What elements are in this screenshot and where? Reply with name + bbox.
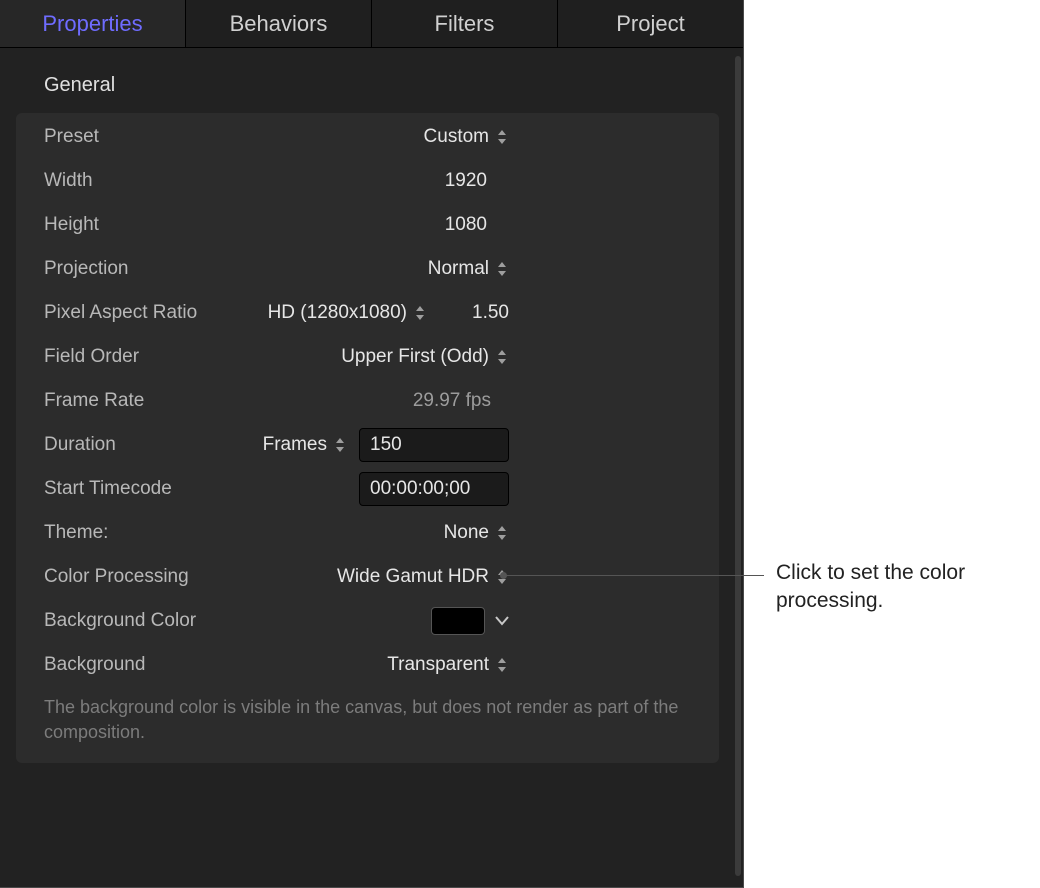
label-par: Pixel Aspect Ratio — [44, 302, 242, 324]
row-field-order: Field Order Upper First (Odd) — [16, 335, 719, 379]
tab-label: Project — [616, 11, 684, 37]
par-preset-popup[interactable]: HD (1280x1080) — [268, 302, 427, 324]
row-preset: Preset Custom — [16, 115, 719, 159]
popup-value: Upper First (Odd) — [341, 346, 489, 368]
popup-value: Custom — [424, 126, 489, 148]
tab-project[interactable]: Project — [558, 0, 743, 47]
label-background: Background — [44, 654, 242, 676]
label-height: Height — [44, 214, 242, 236]
row-background: Background Transparent — [16, 643, 719, 687]
updown-icon — [495, 350, 509, 364]
tab-label: Properties — [42, 11, 142, 37]
tab-properties[interactable]: Properties — [0, 0, 186, 47]
label-width: Width — [44, 170, 242, 192]
chevron-down-icon[interactable] — [495, 613, 509, 630]
width-value[interactable]: 1920 — [389, 170, 509, 192]
updown-icon — [495, 658, 509, 672]
row-par: Pixel Aspect Ratio HD (1280x1080) 1.50 — [16, 291, 719, 335]
projection-popup[interactable]: Normal — [428, 258, 509, 280]
updown-icon — [495, 262, 509, 276]
popup-value: None — [444, 522, 489, 544]
popup-value: Normal — [428, 258, 489, 280]
label-theme: Theme: — [44, 522, 242, 544]
row-height: Height 1080 — [16, 203, 719, 247]
label-frame-rate: Frame Rate — [44, 390, 242, 412]
duration-input[interactable] — [359, 428, 509, 462]
popup-value: Transparent — [387, 654, 489, 676]
section-title: General — [0, 62, 735, 113]
row-duration: Duration Frames — [16, 423, 719, 467]
updown-icon — [495, 130, 509, 144]
label-bg-color: Background Color — [44, 610, 242, 632]
label-start-tc: Start Timecode — [44, 478, 242, 500]
popup-value: HD (1280x1080) — [268, 302, 407, 324]
inspector-body: General Preset Custom Width 1 — [0, 48, 735, 887]
callout-text: Click to set the color processing. — [776, 559, 1024, 616]
duration-unit-popup[interactable]: Frames — [263, 434, 347, 456]
preset-popup[interactable]: Custom — [424, 126, 509, 148]
bg-color-swatch[interactable] — [431, 607, 485, 635]
scrollbar-thumb[interactable] — [735, 56, 741, 876]
row-projection: Projection Normal — [16, 247, 719, 291]
tab-behaviors[interactable]: Behaviors — [186, 0, 372, 47]
updown-icon — [495, 526, 509, 540]
tab-label: Filters — [435, 11, 495, 37]
popup-value: Wide Gamut HDR — [337, 566, 489, 588]
label-color-processing: Color Processing — [44, 566, 242, 588]
tab-bar: Properties Behaviors Filters Project — [0, 0, 743, 48]
theme-popup[interactable]: None — [444, 522, 509, 544]
label-preset: Preset — [44, 126, 242, 148]
tab-label: Behaviors — [230, 11, 328, 37]
row-width: Width 1920 — [16, 159, 719, 203]
popup-value: Frames — [263, 434, 327, 456]
row-frame-rate: Frame Rate 29.97 fps — [16, 379, 719, 423]
start-tc-input[interactable] — [359, 472, 509, 506]
label-projection: Projection — [44, 258, 242, 280]
updown-icon — [413, 306, 427, 320]
background-note: The background color is visible in the c… — [16, 687, 719, 745]
tab-filters[interactable]: Filters — [372, 0, 558, 47]
field-order-popup[interactable]: Upper First (Odd) — [341, 346, 509, 368]
height-value[interactable]: 1080 — [389, 214, 509, 236]
inspector-panel: Properties Behaviors Filters Project Gen… — [0, 0, 744, 888]
updown-icon — [333, 438, 347, 452]
general-section: Preset Custom Width 1920 — [16, 113, 719, 763]
background-popup[interactable]: Transparent — [387, 654, 509, 676]
row-theme: Theme: None — [16, 511, 719, 555]
scrollbar[interactable] — [735, 56, 741, 876]
par-value[interactable]: 1.50 — [439, 302, 509, 324]
row-start-tc: Start Timecode — [16, 467, 719, 511]
row-bg-color: Background Color — [16, 599, 719, 643]
color-processing-popup[interactable]: Wide Gamut HDR — [337, 566, 509, 588]
updown-icon — [495, 570, 509, 584]
label-field-order: Field Order — [44, 346, 242, 368]
frame-rate-value: 29.97 fps — [389, 390, 509, 412]
label-duration: Duration — [44, 434, 242, 456]
row-color-processing: Color Processing Wide Gamut HDR — [16, 555, 719, 599]
